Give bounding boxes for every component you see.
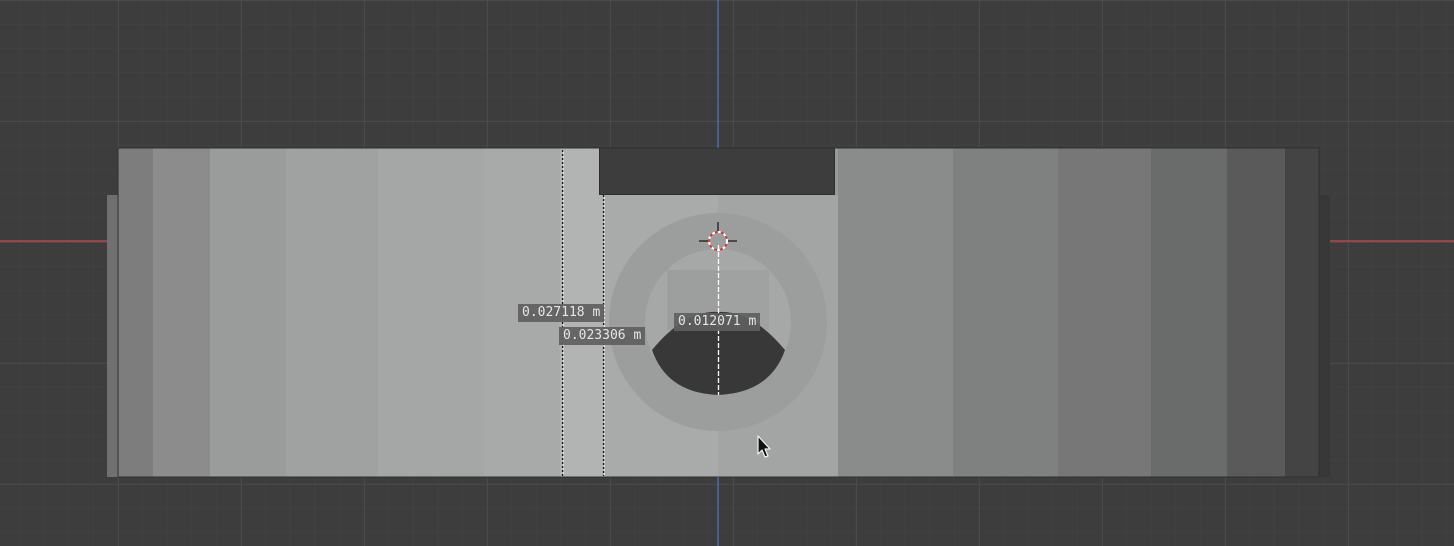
viewport-canvas[interactable] [0, 0, 1454, 546]
mesh-face-band [1151, 148, 1227, 477]
mesh-face-band [953, 148, 1058, 477]
mesh-face-band [153, 148, 210, 477]
3d-viewport[interactable]: 0.027118 m 0.023306 m 0.012071 m [0, 0, 1454, 546]
mesh-face-band [1227, 148, 1285, 477]
mesh-face-band [1285, 148, 1319, 477]
measurement-label-inner-width[interactable]: 0.023306 m [559, 327, 646, 345]
mesh-face-band [210, 148, 286, 477]
top-notch [599, 148, 835, 195]
mesh-face-band [118, 148, 153, 477]
measurement-label-hole-depth[interactable]: 0.012071 m [674, 313, 761, 331]
mesh-face-band [378, 148, 484, 477]
mesh-face-band [838, 148, 953, 477]
measurement-label-outer-width[interactable]: 0.027118 m [518, 304, 605, 322]
mesh-face-band [286, 148, 378, 477]
mesh-face-band [1058, 148, 1151, 477]
